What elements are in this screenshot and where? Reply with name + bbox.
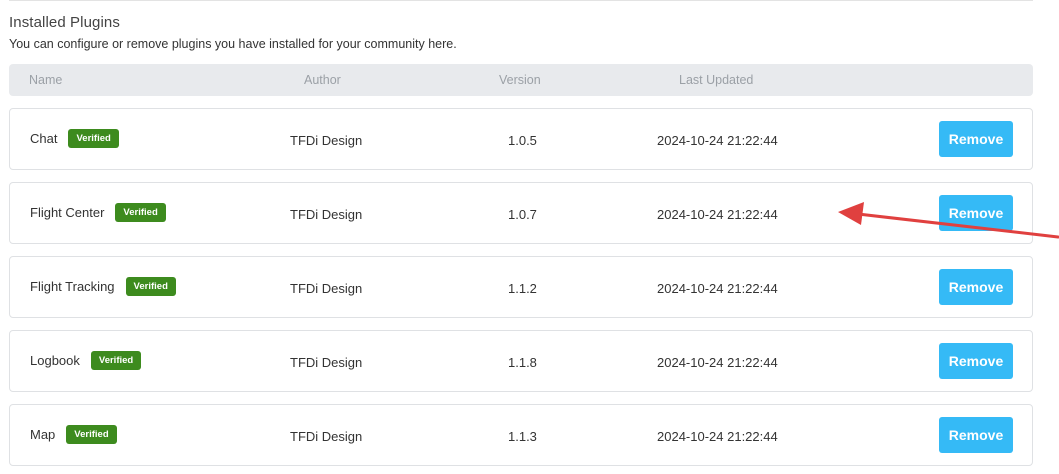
verified-badge: Verified: [125, 277, 176, 296]
plugin-name: Flight Center: [30, 205, 105, 220]
plugin-version: 1.0.5: [508, 133, 537, 148]
remove-button-logbook[interactable]: Remove: [939, 343, 1013, 379]
column-header-last-updated: Last Updated: [679, 73, 754, 87]
table-header: Name Author Version Last Updated: [9, 64, 1033, 96]
verified-badge: Verified: [90, 351, 142, 370]
remove-button-chat[interactable]: Remove: [939, 121, 1013, 157]
plugin-author: TFDi Design: [290, 207, 363, 222]
plugin-row-chat: Chat Verified TFDi Design 1.0.5 2024-10-…: [9, 108, 1033, 170]
plugin-name-cell: Map Verified: [30, 425, 117, 444]
section-description: You can configure or remove plugins you …: [9, 37, 457, 51]
plugin-last-updated: 2024-10-24 21:22:44: [657, 133, 778, 148]
plugin-row-map: Map Verified TFDi Design 1.1.3 2024-10-2…: [9, 404, 1033, 466]
column-header-author: Author: [304, 73, 341, 87]
section-title: Installed Plugins: [9, 14, 120, 31]
verified-badge: Verified: [115, 203, 166, 222]
plugin-version: 1.1.3: [508, 429, 537, 444]
top-divider: [9, 0, 1033, 1]
plugin-version: 1.1.2: [508, 281, 537, 296]
plugin-version: 1.0.7: [508, 207, 537, 222]
plugin-name: Logbook: [30, 353, 80, 368]
plugin-author: TFDi Design: [290, 429, 363, 444]
plugin-row-logbook: Logbook Verified TFDi Design 1.1.8 2024-…: [9, 330, 1033, 392]
plugin-name-cell: Flight Center Verified: [30, 203, 166, 222]
plugin-name: Flight Tracking: [30, 279, 115, 294]
column-header-version: Version: [499, 73, 541, 87]
verified-badge: Verified: [66, 425, 117, 444]
plugin-last-updated: 2024-10-24 21:22:44: [657, 281, 778, 296]
plugin-name: Map: [30, 427, 56, 442]
remove-button-map[interactable]: Remove: [939, 417, 1013, 453]
plugin-version: 1.1.8: [508, 355, 537, 370]
plugin-author: TFDi Design: [290, 281, 363, 296]
plugin-row-flight-tracking: Flight Tracking Verified TFDi Design 1.1…: [9, 256, 1033, 318]
column-header-name: Name: [29, 73, 63, 87]
plugin-name: Chat: [30, 131, 58, 146]
plugin-row-flight-center: Flight Center Verified TFDi Design 1.0.7…: [9, 182, 1033, 244]
plugin-author: TFDi Design: [290, 133, 363, 148]
plugin-last-updated: 2024-10-24 21:22:44: [657, 429, 778, 444]
plugin-name-cell: Flight Tracking Verified: [30, 277, 176, 296]
verified-badge: Verified: [68, 129, 119, 148]
plugin-name-cell: Chat Verified: [30, 129, 119, 148]
remove-button-flight-center[interactable]: Remove: [939, 195, 1013, 231]
remove-button-flight-tracking[interactable]: Remove: [939, 269, 1013, 305]
plugin-last-updated: 2024-10-24 21:22:44: [657, 355, 778, 370]
plugin-name-cell: Logbook Verified: [30, 351, 142, 370]
plugin-author: TFDi Design: [290, 355, 363, 370]
plugin-last-updated: 2024-10-24 21:22:44: [657, 207, 778, 222]
